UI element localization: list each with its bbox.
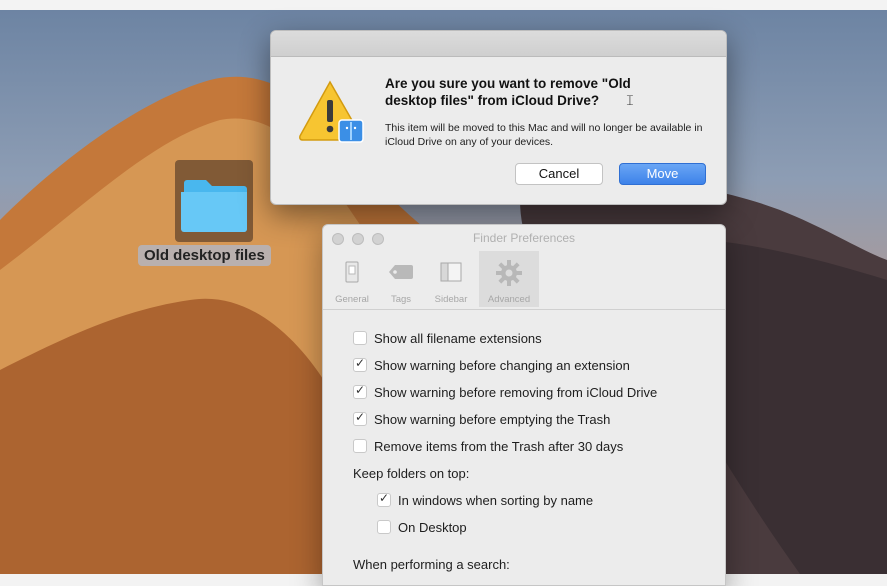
- dialog-title: Are you sure you want to remove "Old des…: [385, 76, 631, 108]
- sidebar-icon: [440, 262, 462, 282]
- tab-general[interactable]: General: [327, 251, 377, 307]
- option-label: In windows when sorting by name: [398, 493, 594, 508]
- move-button[interactable]: Move: [619, 163, 706, 185]
- text-cursor-icon: 𝙸: [625, 92, 635, 108]
- tab-tags[interactable]: Tags: [381, 251, 421, 307]
- tab-label: Sidebar: [434, 294, 468, 305]
- window-title: Finder Preferences: [472, 231, 576, 245]
- dialog-message: This item will be moved to this Mac and …: [385, 122, 703, 148]
- general-icon: [345, 261, 359, 283]
- tab-sidebar[interactable]: Sidebar: [425, 251, 477, 307]
- folders-heading: Keep folders on top:: [353, 466, 470, 481]
- option-label: Show warning before emptying the Trash: [374, 412, 611, 427]
- folder-selection[interactable]: [175, 160, 253, 242]
- warning-icon: [299, 80, 364, 143]
- prefs-toolbar: General Tags Sidebar Advanced: [323, 251, 725, 310]
- finder-preferences-window: Finder Preferences General Tags Sidebar: [322, 224, 726, 586]
- checkbox[interactable]: [353, 331, 367, 345]
- tag-icon: [389, 265, 413, 279]
- option-label: On Desktop: [398, 520, 467, 535]
- option-warn-extension-change[interactable]: Show warning before changing an extensio…: [353, 356, 630, 373]
- tab-advanced[interactable]: Advanced: [479, 251, 539, 307]
- checkbox[interactable]: [353, 356, 367, 372]
- option-folders-on-desktop[interactable]: On Desktop: [377, 520, 467, 535]
- checkbox[interactable]: [377, 491, 391, 507]
- checkbox[interactable]: [377, 520, 391, 534]
- tab-label: General: [335, 294, 369, 305]
- option-warn-empty-trash[interactable]: Show warning before emptying the Trash: [353, 410, 611, 427]
- option-folders-in-windows[interactable]: In windows when sorting by name: [377, 491, 594, 508]
- option-label: Show warning before removing from iCloud…: [374, 385, 658, 400]
- option-show-extensions[interactable]: Show all filename extensions: [353, 331, 542, 346]
- checkbox[interactable]: [353, 439, 367, 453]
- search-heading: When performing a search:: [353, 557, 510, 572]
- cancel-button[interactable]: Cancel: [515, 163, 603, 185]
- option-label: Show all filename extensions: [374, 331, 542, 346]
- option-remove-trash-30-days[interactable]: Remove items from the Trash after 30 day…: [353, 439, 623, 454]
- folder-label[interactable]: Old desktop files: [138, 245, 271, 266]
- tab-label: Advanced: [487, 294, 531, 305]
- option-label: Remove items from the Trash after 30 day…: [374, 439, 624, 454]
- folder-icon: [181, 180, 247, 232]
- gear-icon: [496, 260, 522, 286]
- tab-label: Tags: [390, 294, 412, 305]
- dialog-titlebar[interactable]: [271, 31, 726, 57]
- checkbox[interactable]: [353, 383, 367, 399]
- checkbox[interactable]: [353, 410, 367, 426]
- option-label: Show warning before changing an extensio…: [374, 358, 630, 373]
- remove-confirmation-dialog: Are you sure you want to remove "Old des…: [270, 30, 727, 205]
- prefs-titlebar[interactable]: Finder Preferences: [323, 225, 725, 251]
- option-warn-icloud-remove[interactable]: Show warning before removing from iCloud…: [353, 383, 658, 400]
